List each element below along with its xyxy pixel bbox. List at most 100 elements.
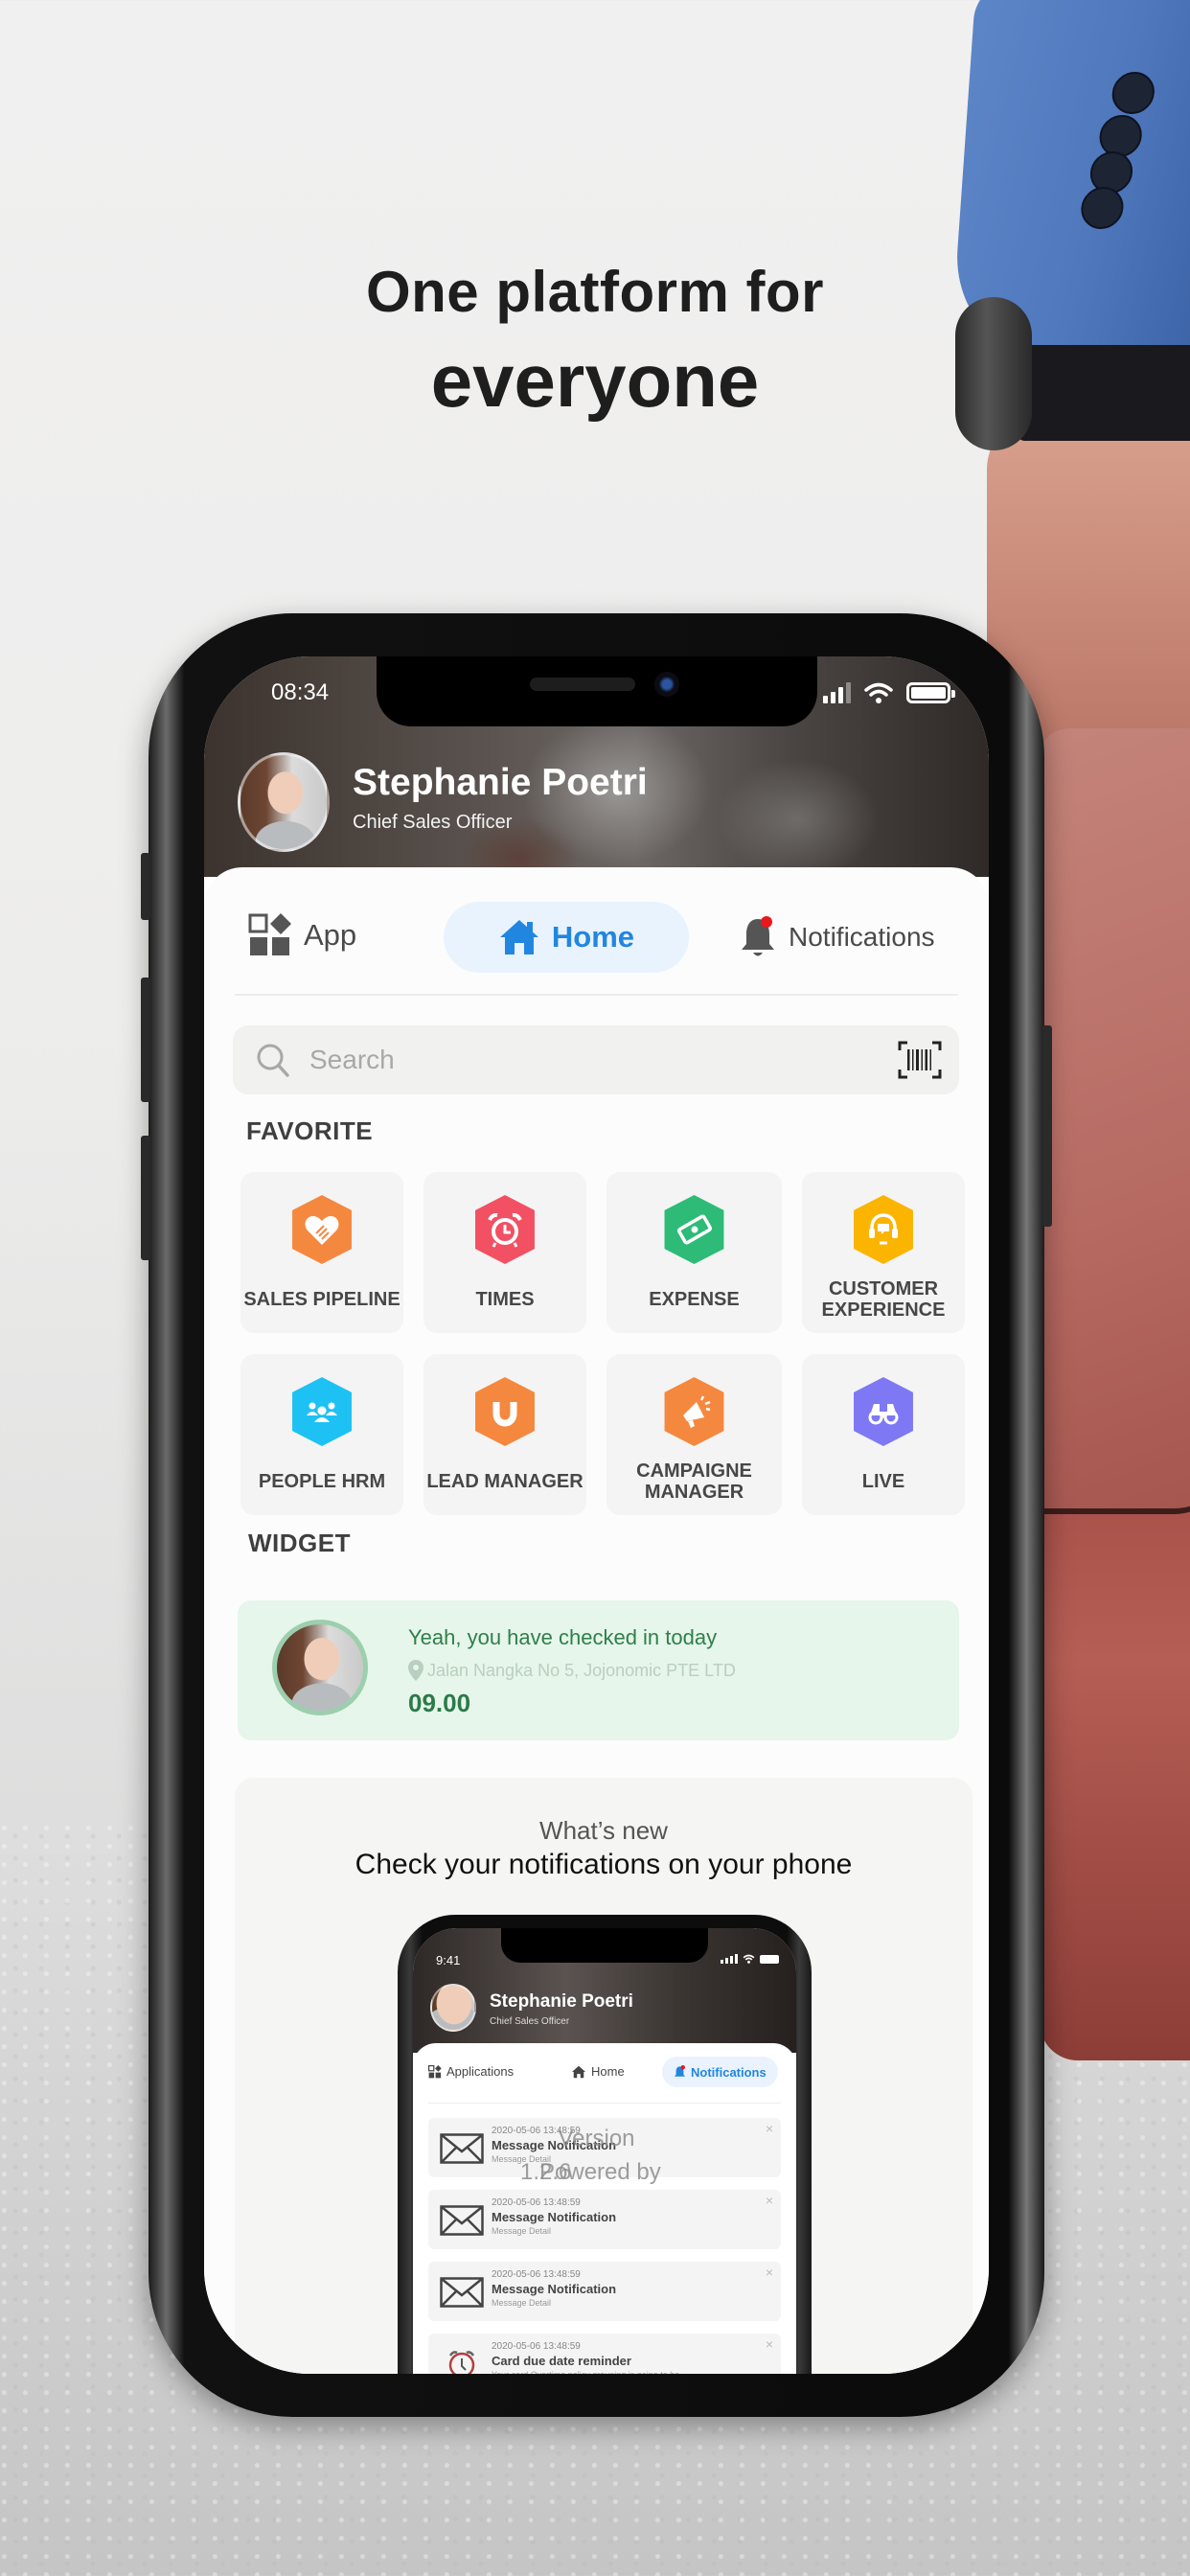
- magnet-icon: [492, 1398, 517, 1427]
- hex-badge: [854, 1377, 913, 1446]
- notification-title: Message Notification: [492, 2282, 617, 2296]
- favorite-lead-manager[interactable]: LEAD MANAGER: [423, 1354, 586, 1515]
- money-bill-icon: [676, 1214, 712, 1245]
- front-camera: [654, 672, 679, 697]
- hex-badge: [292, 1195, 352, 1264]
- envelope-icon: [440, 2205, 484, 2236]
- watch-strap-photo: [1016, 345, 1190, 441]
- notification-item[interactable]: 2020-05-06 13:48:59 Message Notification…: [428, 2190, 781, 2249]
- main-content: App Home Notifications Search FAVORITE S…: [204, 867, 989, 2374]
- alarm-clock-icon: [488, 1212, 522, 1248]
- profile-name: Stephanie Poetri: [353, 762, 648, 803]
- hex-badge: [854, 1195, 913, 1264]
- dismiss-notification-button[interactable]: ×: [766, 2121, 773, 2136]
- notification-title: Card due date reminder: [492, 2354, 631, 2368]
- favorite-expense[interactable]: EXPENSE: [606, 1172, 782, 1333]
- bell-icon: [742, 916, 774, 956]
- preview-notification-list: 2020-05-06 13:48:59 Message Notification…: [428, 2118, 781, 2374]
- phone-screen: 08:34 Stephanie Poetri Chief Sales Offic…: [204, 656, 989, 2374]
- tab-notifications[interactable]: Notifications: [739, 915, 935, 959]
- bell-icon: [674, 2064, 686, 2077]
- profile-role: Chief Sales Officer: [353, 812, 513, 833]
- handshake-heart-icon: [305, 1216, 339, 1245]
- dismiss-notification-button[interactable]: ×: [766, 2193, 773, 2208]
- sleeve-button: [1079, 187, 1125, 229]
- tab-home-label: Home: [551, 920, 635, 954]
- preview-notch: [501, 1928, 708, 1963]
- favorite-grid: SALES PIPELINE TIMES EXPENSE CUSTOMER EX…: [240, 1172, 969, 1515]
- tab-notifications-label: Notifications: [789, 922, 935, 952]
- signal-icon: [823, 682, 851, 703]
- favorite-customer-experience[interactable]: CUSTOMER EXPERIENCE: [802, 1172, 965, 1333]
- envelope-icon: [440, 2133, 484, 2164]
- apps-icon: [428, 2064, 442, 2078]
- checkin-avatar: [272, 1620, 368, 1715]
- preview-content: Applications Home Notifications 2020-05-…: [413, 2043, 796, 2374]
- tab-bar: App Home Notifications: [235, 896, 958, 973]
- dismiss-notification-button[interactable]: ×: [766, 2265, 773, 2280]
- checkin-location: Jalan Nangka No 5, Jojonomic PTE LTD: [408, 1660, 736, 1681]
- notification-item[interactable]: 2020-05-06 13:48:59 Message Notification…: [428, 2118, 781, 2177]
- wifi-icon: [864, 682, 893, 703]
- notification-detail: Message Detail: [492, 2298, 552, 2308]
- status-time: 08:34: [271, 679, 330, 705]
- tab-divider: [235, 994, 958, 996]
- tab-home[interactable]: Home: [444, 902, 689, 973]
- volume-down-button: [141, 1136, 150, 1260]
- preview-tab-home[interactable]: Home: [571, 2064, 625, 2079]
- preview-tab-applications[interactable]: Applications: [428, 2064, 514, 2079]
- dismiss-notification-button[interactable]: ×: [766, 2336, 773, 2352]
- people-group-icon: [307, 1402, 337, 1422]
- favorite-campaigne-manager[interactable]: CAMPAIGNE MANAGER: [606, 1354, 782, 1515]
- whats-new-title: Check your notifications on your phone: [355, 1849, 853, 1880]
- notification-timestamp: 2020-05-06 13:48:59: [492, 2197, 581, 2208]
- briefcase-flap-photo: [1040, 728, 1190, 1514]
- tab-app[interactable]: App: [248, 913, 356, 957]
- preview-status-icons: [721, 1954, 779, 1964]
- preview-screen: 9:41 Stephanie Poetri Chief Sales Office…: [413, 1928, 796, 2374]
- mute-switch: [141, 853, 150, 920]
- signal-icon: [721, 1954, 738, 1964]
- favorite-sales-pipeline[interactable]: SALES PIPELINE: [240, 1172, 403, 1333]
- location-pin-icon: [408, 1660, 423, 1681]
- preview-avatar: [430, 1984, 476, 2032]
- checkin-location-text: Jalan Nangka No 5, Jojonomic PTE LTD: [427, 1660, 736, 1680]
- widget-section-title: WIDGET: [248, 1529, 351, 1557]
- favorite-people-hrm[interactable]: PEOPLE HRM: [240, 1354, 403, 1515]
- tab-app-label: App: [304, 918, 357, 952]
- preview-tab-notifications[interactable]: Notifications: [662, 2057, 778, 2087]
- home-icon: [572, 2065, 585, 2078]
- notification-preview-phone: 9:41 Stephanie Poetri Chief Sales Office…: [398, 1915, 812, 2374]
- favorite-label: PEOPLE HRM: [258, 1471, 386, 1492]
- preview-tab-applications-label: Applications: [446, 2064, 515, 2079]
- notification-title: Message Notification: [492, 2138, 617, 2152]
- notification-item[interactable]: 2020-05-06 13:48:59 Card due date remind…: [428, 2334, 781, 2374]
- whats-new-subtitle: What’s new: [539, 1816, 668, 1845]
- hex-badge: [664, 1195, 724, 1264]
- notification-item[interactable]: 2020-05-06 13:48:59 Message Notification…: [428, 2262, 781, 2321]
- checkin-widget[interactable]: Yeah, you have checked in today Jalan Na…: [238, 1600, 959, 1740]
- megaphone-icon: [682, 1395, 710, 1428]
- favorite-label: CUSTOMER EXPERIENCE: [821, 1278, 946, 1321]
- search-bar: [233, 1025, 959, 1094]
- search-input[interactable]: [309, 1025, 898, 1094]
- profile-avatar[interactable]: [238, 752, 330, 852]
- preview-profile-name: Stephanie Poetri: [490, 1991, 633, 2012]
- battery-icon: [760, 1954, 779, 1964]
- preview-status-time: 9:41: [436, 1953, 461, 1967]
- barcode-scan-icon[interactable]: [898, 1041, 942, 1079]
- wristwatch-photo: [955, 297, 1032, 450]
- hex-badge: [292, 1377, 352, 1446]
- favorite-label: EXPENSE: [649, 1289, 740, 1310]
- preview-profile-role: Chief Sales Officer: [490, 2016, 570, 2027]
- phone-notch: [377, 656, 817, 726]
- notification-title: Message Notification: [492, 2210, 617, 2224]
- notification-detail: Message Detail: [492, 2226, 552, 2236]
- favorite-live[interactable]: LIVE: [802, 1354, 965, 1515]
- notification-badge: [761, 916, 772, 928]
- whats-new-card[interactable]: What’s new Check your notifications on y…: [235, 1778, 973, 2374]
- hex-badge: [475, 1195, 535, 1264]
- battery-icon: [906, 682, 955, 703]
- favorite-section-title: FAVORITE: [246, 1116, 374, 1145]
- favorite-times[interactable]: TIMES: [423, 1172, 586, 1333]
